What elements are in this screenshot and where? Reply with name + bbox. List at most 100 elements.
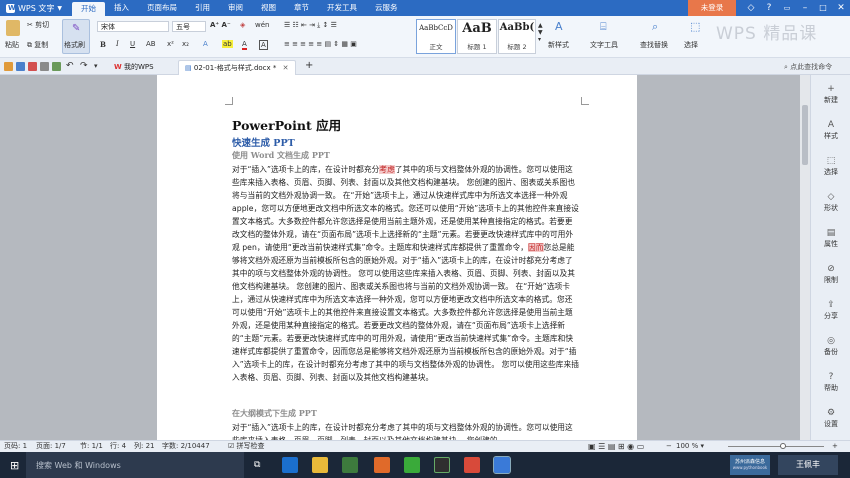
print-icon[interactable] (28, 62, 37, 71)
align-icons[interactable]: ≡ ≡ ≡ ≡ ≡ ▤ ⇕ ▦ ▣ (284, 40, 357, 48)
wps-presentation-icon[interactable] (374, 457, 390, 473)
minimize-icon[interactable]: – (796, 0, 814, 16)
superscript-button[interactable]: x² (167, 40, 174, 48)
wps-writer-icon[interactable] (493, 456, 511, 474)
style-gallery-scroll-icon[interactable]: ▲ ▼ ▾ (538, 22, 543, 43)
panel-help[interactable]: ? 帮助 (811, 373, 850, 393)
strikethrough-button[interactable]: AB (146, 40, 156, 48)
paste-button[interactable]: 粘贴 (5, 40, 19, 50)
style-heading-1[interactable]: AaB 标题 1 (457, 19, 497, 54)
tab-5[interactable]: 视图 (252, 0, 285, 16)
tab-2[interactable]: 页面布局 (138, 0, 186, 16)
panel-shape[interactable]: ◇ 形状 (811, 193, 850, 213)
new-style-button[interactable]: 新样式 (548, 40, 569, 50)
panel-style[interactable]: A 样式 (811, 121, 850, 141)
app-menu-button[interactable]: W WPS 文字 ▼ (0, 0, 68, 16)
panel-property[interactable]: ▤ 属性 (811, 229, 850, 249)
spell-check[interactable]: ☑ 拼写检查 (228, 441, 265, 452)
new-style-icon[interactable]: A (555, 20, 563, 33)
preview-icon[interactable] (40, 62, 49, 71)
vertical-scrollbar[interactable] (800, 75, 810, 440)
zoom-slider-thumb[interactable] (780, 443, 786, 449)
view-mode-icons[interactable]: ▣ ☰ ▤ ⊞ ◉ ▭ (588, 441, 644, 452)
panel-share[interactable]: ⇪ 分享 (811, 301, 850, 321)
text-tools-button[interactable]: 文字工具 (590, 40, 618, 50)
char-border-icon[interactable]: A (259, 40, 268, 50)
panel-restrict[interactable]: ⊘ 限制 (811, 265, 850, 285)
clear-format-icon[interactable]: ◈ (240, 21, 245, 29)
store-icon[interactable] (342, 457, 358, 473)
tab-my-wps[interactable]: W 我的WPS (108, 60, 160, 75)
wps-pdf-icon[interactable] (464, 457, 480, 473)
cut-button[interactable]: ✂ 剪切 (27, 20, 49, 30)
heading-2[interactable]: 在大纲模式下生成 PPT (232, 408, 317, 419)
style-normal[interactable]: AaBbCcD 正文 (416, 19, 456, 54)
taskbar-search[interactable]: 搜索 Web 和 Windows (26, 452, 244, 478)
terminal-icon[interactable] (434, 457, 450, 473)
panel-select[interactable]: ⬚ 选择 (811, 157, 850, 177)
body-paragraph[interactable]: 对于“插入”选项卡上的库，在设计时都充分考虑了其中的项与文档整体外观的协调性。您… (232, 421, 580, 440)
windows-start-icon[interactable]: ⊞ (10, 459, 19, 472)
highlight-icon[interactable]: ab (222, 40, 233, 48)
text-tools-icon[interactable]: ⌸ (600, 20, 607, 34)
qat-more-icon[interactable]: ▾ (94, 62, 98, 70)
status-words[interactable]: 字数: 2/10447 (162, 441, 210, 452)
document-page[interactable]: PowerPoint 应用 快速生成 PPT 使用 Word 文档生成 PPT … (157, 75, 637, 440)
format-painter-button[interactable]: ✎ 格式刷 (62, 19, 90, 54)
tab-document[interactable]: ▤ 02-01-格式与样式.docx * ✕ (178, 60, 296, 75)
phonetic-icon[interactable]: wén (255, 21, 269, 29)
task-view-icon[interactable]: ⧉ (254, 460, 260, 470)
panel-backup[interactable]: ◎ 备份 (811, 337, 850, 357)
tab-7[interactable]: 开发工具 (318, 0, 366, 16)
bold-button[interactable]: B (100, 40, 106, 49)
font-name-select[interactable]: 宋体 (97, 21, 169, 32)
settings-icon[interactable]: ▭ (778, 0, 796, 16)
zoom-out-icon[interactable]: − (666, 441, 672, 452)
panel-new[interactable]: + 新建 (811, 85, 850, 105)
subscript-button[interactable]: x₂ (182, 40, 189, 48)
copy-button[interactable]: ⧉ 复制 (27, 40, 48, 50)
find-replace-button[interactable]: 查找替换 (640, 40, 668, 50)
edge-icon[interactable] (282, 457, 298, 473)
text-effect-icon[interactable]: A (203, 40, 208, 48)
underline-button[interactable]: U (130, 40, 135, 48)
bullets-icon[interactable]: ☰ ☷ ⇤ ⇥ ⤓ ↕ ☰ (284, 21, 337, 30)
style-heading-2[interactable]: AaBb( 标题 2 (498, 19, 536, 54)
select-icon[interactable]: ⬚ (690, 20, 700, 33)
restore-icon[interactable]: □ (814, 0, 832, 16)
tab-8[interactable]: 云服务 (366, 0, 407, 16)
grow-font-icon[interactable]: A⁺ A⁻ (210, 21, 231, 29)
skin-icon[interactable]: ◇ (742, 0, 760, 16)
tab-6[interactable]: 章节 (285, 0, 318, 16)
export-icon[interactable] (52, 62, 61, 71)
paste-icon[interactable] (6, 20, 20, 36)
help-icon[interactable]: ? (760, 0, 778, 16)
close-icon[interactable]: ✕ (832, 0, 850, 16)
command-search[interactable]: ⌕ 点此查找命令 (784, 62, 832, 72)
panel-settings[interactable]: ⚙ 设置 (811, 409, 850, 429)
zoom-slider[interactable] (728, 446, 824, 447)
body-paragraph[interactable]: 对于“插入”选项卡上的库，在设计时都充分考虑了其中的项与文档整体外观的协调性。您… (232, 163, 580, 403)
heading-2[interactable]: 使用 Word 文档生成 PPT (232, 150, 330, 161)
tab-1[interactable]: 插入 (105, 0, 138, 16)
tab-4[interactable]: 审阅 (219, 0, 252, 16)
undo-icon[interactable]: ↶ (66, 61, 74, 71)
login-button[interactable]: 未登录 (688, 0, 736, 16)
scroll-thumb[interactable] (802, 105, 808, 165)
font-size-select[interactable]: 五号 (172, 21, 206, 32)
wps-spreadsheet-icon[interactable] (404, 457, 420, 473)
select-button[interactable]: 选择 (684, 40, 698, 50)
font-color-icon[interactable]: A (242, 40, 247, 50)
document-title[interactable]: PowerPoint 应用 (232, 115, 341, 134)
open-icon[interactable] (4, 62, 13, 71)
tab-3[interactable]: 引用 (186, 0, 219, 16)
heading-1[interactable]: 快速生成 PPT (232, 135, 295, 149)
italic-button[interactable]: I (116, 40, 119, 48)
new-tab-icon[interactable]: + (305, 60, 313, 71)
explorer-icon[interactable] (312, 457, 328, 473)
zoom-in-icon[interactable]: + (832, 441, 838, 452)
redo-icon[interactable]: ↷ (80, 61, 88, 71)
tab-0[interactable]: 开始 (71, 2, 105, 16)
close-tab-icon[interactable]: ✕ (283, 64, 289, 72)
zoom-percent[interactable]: 100 % ▾ (676, 441, 704, 452)
